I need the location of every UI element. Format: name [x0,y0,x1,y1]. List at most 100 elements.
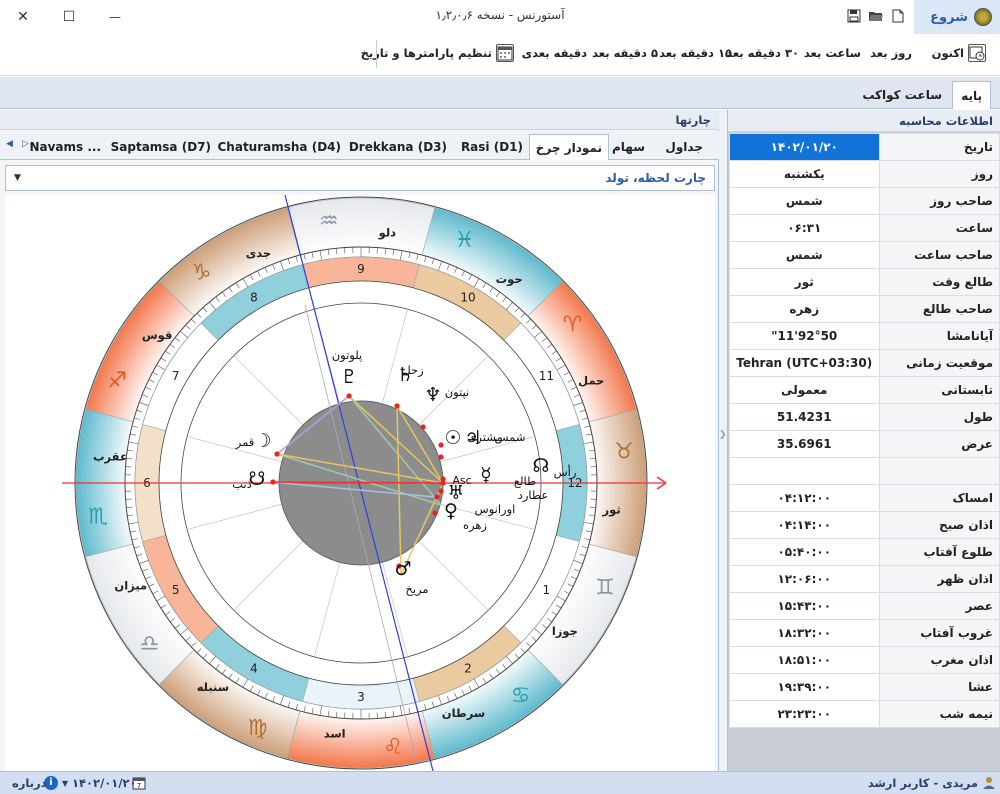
save-icon[interactable] [846,8,862,24]
info-row[interactable]: ۱۵:۴۳:۰۰ عصر [729,592,1000,620]
chart-tabs: ◀ ▷ جداول سهام نمودار چرخ Rasi (D1) Drek… [0,131,719,160]
minimize-button[interactable]: — [100,6,130,28]
info-row[interactable]: Tehran (UTC+03:30) موقعیت زمانی [729,349,1000,377]
about-button[interactable]: درباره [12,776,47,790]
next-30-min-button[interactable]: ۳۰ دقیقه بعد [726,46,799,60]
info-label: اذان مغرب [878,646,1000,674]
set-params-button[interactable]: تنظیم پارامترها و تاریخ [361,46,492,60]
title-bar: ✕ ☐ — آستورنس - نسخه ۱٫۲٫۰٫۶ شروع [0,0,1000,34]
zodiac-sign-label: حوت [496,272,523,287]
tab-chaturamsha[interactable]: Chaturamsha (D4) [212,134,348,160]
panel-splitter[interactable]: ❯ [719,110,727,771]
user-icon [982,776,996,790]
planet-position-dot [434,494,440,500]
info-row[interactable]: 35.6961 عرض [729,430,1000,458]
info-row[interactable]: ۲۳:۲۳:۰۰ نیمه شب [729,700,1000,728]
info-label: نیمه شب [878,700,1000,728]
info-row[interactable]: شمس صاحب روز [729,187,1000,215]
info-value [729,457,880,485]
info-label: صاحب روز [878,187,1000,215]
new-file-icon[interactable] [890,8,906,24]
app-logo-icon [974,8,992,26]
tab-navamsa[interactable]: Navams ... [23,134,107,160]
info-row[interactable]: ۰۴:۱۴:۰۰ اذان صبح [729,511,1000,539]
info-row[interactable]: ۱۸:۳۲:۰۰ غروب آفتاب [729,619,1000,647]
info-row[interactable]: زهره صاحب طالع [729,295,1000,323]
info-row[interactable]: یکشنبه روز [729,160,1000,188]
open-folder-icon[interactable] [868,8,884,24]
zodiac-glyph-icon: ♒ [319,209,339,234]
info-label: ساعت [878,214,1000,242]
planet-label: اورانوس [475,502,516,517]
info-label: موقعیت زمانی [878,349,1000,377]
info-value: ۱۴۰۲/۰۱/۲۰ [729,133,880,161]
zodiac-sign-sector [286,710,436,769]
info-label: تاریخ [878,133,1000,161]
now-button[interactable]: اکنون [932,46,964,60]
next-minute-button[interactable]: دقیقه بعدی [522,46,587,60]
ribbon-separator [376,40,377,68]
info-row[interactable]: ۱۴۰۲/۰۱/۲۰ تاریخ [729,133,1000,161]
info-row[interactable]: ۱۲:۰۶:۰۰ اذان ظهر [729,565,1000,593]
tab-drekkana[interactable]: Drekkana (D3) [343,134,453,160]
planet-position-dot [440,480,446,486]
planet-glyph-icon: ☉ [444,427,461,449]
zodiac-glyph-icon: ♍ [248,716,268,741]
maximize-button[interactable]: ☐ [54,6,84,28]
info-value: 35.6961 [729,430,880,458]
zodiac-sign-label: عقرب [93,450,128,464]
info-row[interactable]: شمس صاحب ساعت [729,241,1000,269]
calculation-info-panel: اطلاعات محاسبه ۱۴۰۲/۰۱/۲۰ تاریخ یکشنبه روز ش… [727,110,1000,771]
info-row[interactable]: ۱۹:۳۹:۰۰ عشا [729,673,1000,701]
info-row[interactable]: معمولی تابستانی [729,376,1000,404]
zodiac-sign-label: اسد [324,727,346,741]
planet-label: مریخ [405,582,428,597]
planet-label: نپتون [445,385,470,400]
info-label: صاحب ساعت [878,241,1000,269]
info-row[interactable]: ۰۶:۳۱ ساعت [729,214,1000,242]
info-label: امساک [878,484,1000,512]
tab-rasi[interactable]: Rasi (D1) [455,134,529,160]
next-15-min-button[interactable]: ۱۵ دقیقه بعد [659,46,732,60]
info-row[interactable]: ۰۵:۴۰:۰۰ طلوع آفتاب [729,538,1000,566]
tab-planetary-hours[interactable]: ساعت کواکب [854,81,950,109]
info-row[interactable]: ۱۸:۵۱:۰۰ اذان مغرب [729,646,1000,674]
planet-glyph-icon: ☿ [480,464,492,486]
charts-panel: چارتها ◀ ▷ جداول سهام نمودار چرخ Rasi (D… [0,110,719,772]
info-row[interactable]: 92°50'11" آیانامشا [729,322,1000,350]
planet-position-dot [420,424,426,430]
next-hour-button[interactable]: ساعت بعد [804,46,861,60]
tab-lots[interactable]: سهام [606,134,651,160]
start-tab[interactable]: شروع [914,0,1000,34]
tab-base[interactable]: پایه [952,81,991,109]
tab-tables[interactable]: جداول [659,134,709,160]
tab-wheel-chart[interactable]: نمودار چرخ [528,134,609,160]
info-row[interactable]: ثور طالع وقت [729,268,1000,296]
info-value: ۱۲:۰۶:۰۰ [729,565,880,593]
info-value: شمس [729,187,880,215]
zodiac-sign-label: میزان [114,578,147,592]
info-row[interactable]: 51.4231 طول [729,403,1000,431]
calendar-settings-icon[interactable] [496,44,514,62]
planet-position-dot [438,488,444,494]
house-number-label: 5 [172,583,180,597]
clock-calendar-icon[interactable] [968,44,986,62]
info-row[interactable]: ۰۴:۱۲:۰۰ امساک [729,484,1000,512]
wheel-chart-area: ♉ ثور ♈ حمل ♓ حوت ♒ دلو ♑ جدی ♐ قوس ♏ عقرب ♎ میزان ♍ سنبل… [5,194,715,772]
house-number-label: 8 [250,291,258,305]
charts-panel-title: چارتها [0,110,719,130]
planet-label: طالع [514,474,536,488]
chart-type-select[interactable]: چارت لحظه، تولد ▼ [5,165,715,191]
next-day-button[interactable]: روز بعد [870,46,912,60]
info-row[interactable] [729,457,1000,485]
close-button[interactable]: ✕ [8,6,38,28]
tab-saptamsa[interactable]: Saptamsa (D7) [105,134,217,160]
date-dropdown-icon[interactable]: ▼ [62,779,68,788]
info-value: ۲۳:۲۳:۰۰ [729,700,880,728]
info-label: روز [878,160,1000,188]
next-5-min-button[interactable]: ۵ دقیقه بعد [592,46,658,60]
planet-label: زحل [402,363,423,378]
status-date[interactable]: ۱۴۰۲/۰۱/۲۰ [72,776,137,790]
info-label: تابستانی [878,376,1000,404]
tabs-scroll-left-icon[interactable]: ◀ [6,139,13,149]
